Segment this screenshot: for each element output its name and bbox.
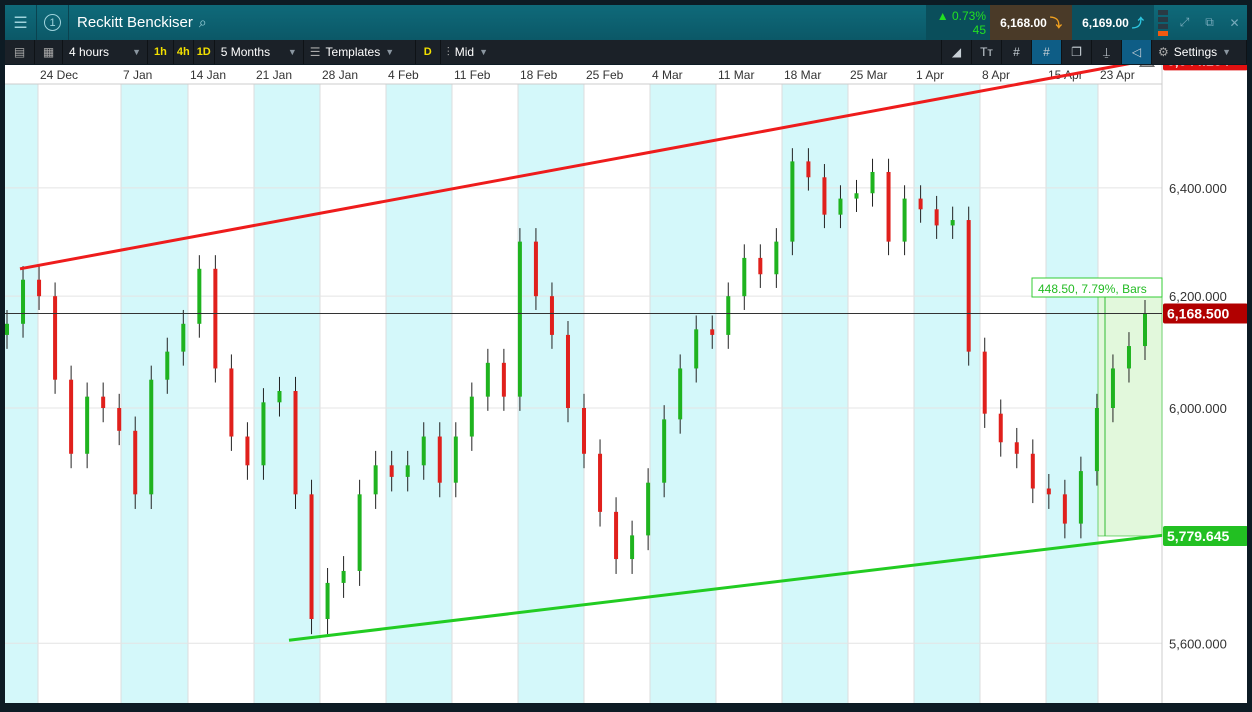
quick-1d[interactable]: 1D bbox=[194, 40, 215, 64]
x-tick-label: 18 Mar bbox=[784, 68, 821, 82]
sell-button[interactable]: 6,168.00 ⤵ bbox=[990, 5, 1072, 40]
quick-4h[interactable]: 4h bbox=[174, 40, 194, 64]
menu-icon[interactable]: ☰ bbox=[5, 5, 37, 40]
candle bbox=[149, 365, 154, 509]
interval-select[interactable]: 4 hours ▼ bbox=[63, 40, 148, 64]
session-band bbox=[386, 84, 452, 703]
popout-icon[interactable]: ⧉ bbox=[1197, 5, 1222, 40]
candle bbox=[966, 206, 971, 366]
session-band bbox=[121, 84, 188, 703]
resistance-price-tag-text: 6,644.184 bbox=[1167, 65, 1229, 68]
up-arrow-icon: ⤴ bbox=[1131, 16, 1144, 30]
quick-1h[interactable]: 1h bbox=[148, 40, 174, 64]
templates-button[interactable]: ☰ Templates ▼ bbox=[304, 40, 416, 64]
layout-icon[interactable]: ▦ bbox=[35, 40, 63, 64]
x-tick-label: 8 Apr bbox=[982, 68, 1010, 82]
measure-label: 448.50, 7.79%, Bars bbox=[1038, 282, 1147, 296]
grid-icon[interactable]: # bbox=[1001, 40, 1031, 64]
instrument-title: Reckitt Benckiser bbox=[77, 14, 193, 31]
draw-line-icon[interactable]: ◢ bbox=[941, 40, 971, 64]
change-display: ▲ 0.73% 45 bbox=[926, 5, 990, 40]
x-tick-label: 1 Apr bbox=[916, 68, 944, 82]
x-tick-label: 18 Feb bbox=[520, 68, 558, 82]
candle bbox=[886, 158, 891, 256]
candle bbox=[213, 255, 218, 383]
close-icon[interactable]: ✕ bbox=[1222, 5, 1247, 40]
measure-zone[interactable] bbox=[1097, 280, 1163, 537]
x-tick-label: 25 Feb bbox=[586, 68, 624, 82]
y-tick-label: 6,400.000 bbox=[1169, 181, 1227, 196]
crosshair-grid-icon[interactable]: # bbox=[1031, 40, 1061, 64]
candle bbox=[565, 321, 570, 423]
layers-icon[interactable]: ❐ bbox=[1061, 40, 1091, 64]
chevron-down-icon: ▼ bbox=[479, 47, 488, 57]
search-icon[interactable]: ⌕ bbox=[199, 14, 207, 31]
line-handle-icon[interactable] bbox=[1138, 65, 1156, 67]
x-tick-label: 24 Dec bbox=[40, 68, 78, 82]
last-price-tag-text: 6,168.500 bbox=[1167, 306, 1229, 322]
x-tick-label: 14 Jan bbox=[190, 68, 226, 82]
y-tick-label: 6,000.000 bbox=[1169, 401, 1227, 416]
support-price-tag-text: 5,779.645 bbox=[1167, 528, 1229, 544]
chevron-down-icon: ▼ bbox=[385, 47, 395, 57]
x-tick-label: 4 Feb bbox=[388, 68, 419, 82]
session-band bbox=[5, 84, 38, 703]
y-tick-label: 6,200.000 bbox=[1169, 289, 1227, 304]
chevron-down-icon: ▼ bbox=[132, 47, 141, 57]
candle bbox=[790, 148, 795, 256]
list-icon[interactable]: ▤ bbox=[5, 40, 35, 64]
chart-toolbar: ▤ ▦ 4 hours ▼ 1h 4h 1D 5 Months ▼ ☰ Templat… bbox=[5, 40, 1247, 64]
text-icon[interactable]: Tт bbox=[971, 40, 1001, 64]
candle bbox=[53, 282, 58, 394]
chevron-down-icon: ▼ bbox=[287, 47, 297, 57]
x-tick-label: 23 Apr bbox=[1100, 68, 1135, 82]
x-tick-label: 28 Jan bbox=[322, 68, 358, 82]
candle bbox=[293, 376, 298, 509]
instrument-header: ☰ 1 Reckitt Benckiser ⌕ ▲ 0.73% 45 6,168.… bbox=[5, 5, 1247, 40]
session-band bbox=[650, 84, 716, 703]
templates-icon: ☰ bbox=[309, 45, 321, 59]
price-chart[interactable]: 24 Dec 7 Jan 14 Jan 21 Jan 28 Jan 4 Feb 11 Feb… bbox=[5, 65, 1247, 703]
x-tick-label: 11 Mar bbox=[718, 68, 754, 82]
candle bbox=[309, 479, 314, 635]
y-tick-label: 5,600.000 bbox=[1169, 636, 1227, 651]
d-button[interactable]: D bbox=[416, 40, 441, 64]
x-tick-label: 21 Jan bbox=[256, 68, 292, 82]
down-arrow-icon: ⤵ bbox=[1049, 16, 1062, 30]
buy-button[interactable]: 6,169.00 ⤴ bbox=[1072, 5, 1154, 40]
label-icon[interactable]: ◁ bbox=[1121, 40, 1151, 64]
x-tick-label: 7 Jan bbox=[123, 68, 152, 82]
session-band bbox=[1046, 84, 1098, 703]
candle bbox=[69, 365, 74, 469]
layout-badge[interactable]: 1 bbox=[37, 5, 69, 40]
x-tick-label: 4 Mar bbox=[652, 68, 683, 82]
settings-button[interactable]: ⚙ Settings ▼ bbox=[1151, 40, 1247, 64]
range-select[interactable]: 5 Months ▼ bbox=[215, 40, 304, 64]
candle bbox=[357, 479, 362, 586]
candle bbox=[517, 228, 522, 411]
gear-icon: ⚙ bbox=[1158, 45, 1169, 59]
candles-icon: ⫶ bbox=[446, 44, 450, 59]
session-band bbox=[914, 84, 980, 703]
chevron-down-icon: ▼ bbox=[1222, 47, 1232, 57]
x-tick-label: 25 Mar bbox=[850, 68, 887, 82]
depth-icon[interactable] bbox=[1154, 5, 1172, 40]
price-type-select[interactable]: ⫶ Mid ▼ bbox=[441, 40, 511, 64]
indicator-icon[interactable]: ⍊ bbox=[1091, 40, 1121, 64]
expand-icon[interactable]: ⤢ bbox=[1172, 5, 1197, 40]
candle bbox=[229, 354, 234, 451]
x-tick-label: 11 Feb bbox=[454, 68, 491, 82]
